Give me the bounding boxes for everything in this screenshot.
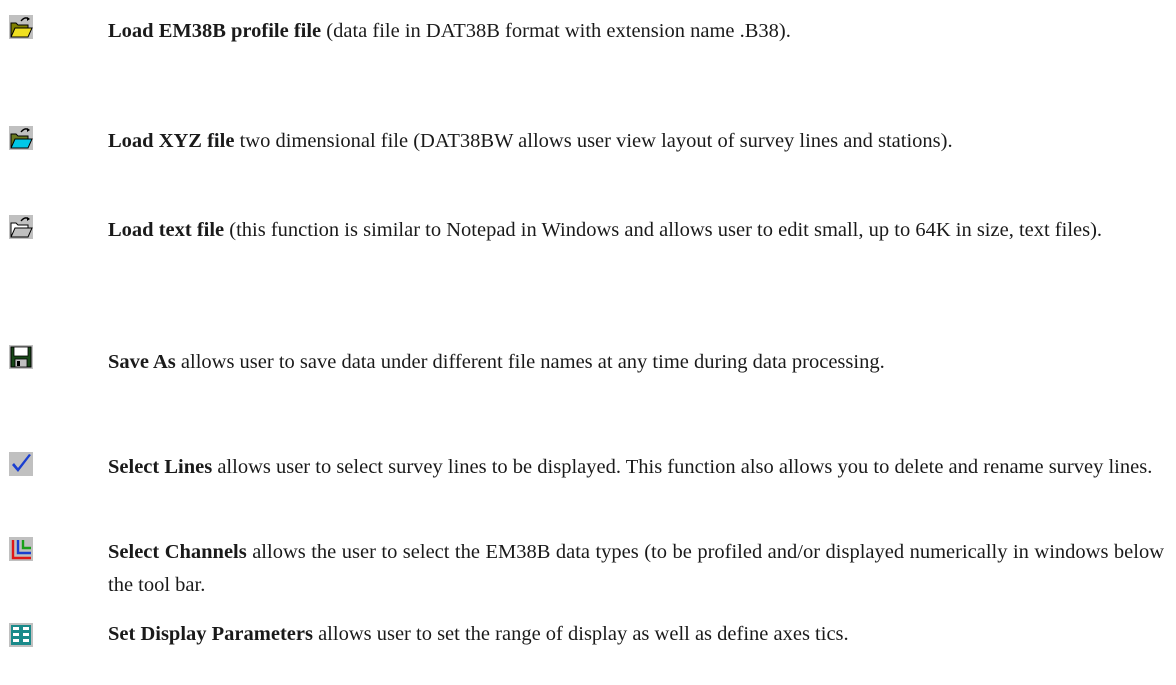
item-text: allows user to select survey lines to be… [212,456,1153,478]
item-text: (this function is similar to Notepad in … [224,219,1103,241]
item-description: Load EM38B profile file (data file in DA… [108,15,1164,48]
item-text: (data file in DAT38B format with extensi… [321,20,791,42]
display-parameters-icon[interactable] [8,622,34,648]
item-title: Select Lines [108,456,213,478]
save-disk-icon[interactable] [8,344,34,370]
item-description: Load text file (this function is similar… [108,214,1164,247]
item-title: Load XYZ file [108,130,235,152]
item-title: Save As [108,351,176,373]
item-description: Select Lines allows user to select surve… [108,451,1164,484]
channels-icon[interactable] [8,536,34,562]
item-text: two dimensional file (DAT38BW allows use… [234,130,953,152]
item-text: allows user to set the range of display … [312,623,849,645]
item-title: Set Display Parameters [108,623,313,645]
help-document: { "items": [ { "icon": "open-folder-icon… [0,0,1176,685]
checkmark-icon[interactable] [8,451,34,477]
item-description: Select Channels allows the user to selec… [108,536,1164,602]
open-folder-cyan-icon[interactable] [8,125,34,151]
item-title: Select Channels [108,541,247,563]
item-description: Load XYZ file two dimensional file (DAT3… [108,125,1164,158]
item-title: Load text file [108,219,225,241]
open-folder-gray-icon[interactable] [8,214,34,240]
open-folder-icon[interactable] [8,14,34,40]
item-text: allows the user to select the EM38B data… [108,541,1164,596]
item-title: Load EM38B profile file [108,20,322,42]
item-description: Save As allows user to save data under d… [108,346,1164,379]
item-description: Set Display Parameters allows user to se… [108,618,1164,651]
item-text: allows user to save data under different… [175,351,885,373]
